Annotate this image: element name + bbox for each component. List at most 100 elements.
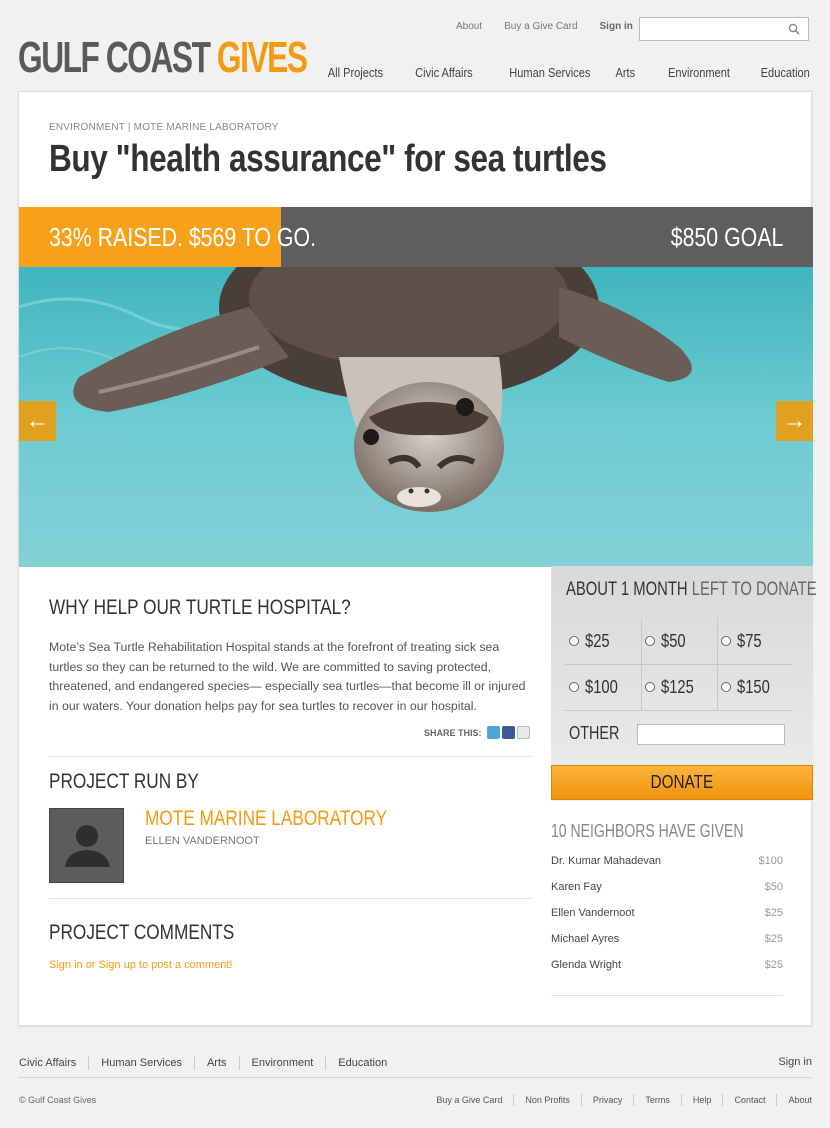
facebook-icon[interactable]: [501, 726, 515, 739]
search-box: [639, 17, 809, 41]
grid-line: [565, 710, 793, 711]
progress-bar: 33% RAISED. $569 TO GO. $850 GOAL: [19, 207, 813, 267]
donor-name: Michael Ayres: [551, 933, 620, 945]
list-item: Glenda Wright $25: [551, 959, 783, 971]
footer-link-buy-give-card[interactable]: Buy a Give Card: [425, 1094, 513, 1106]
footer-links: Buy a Give Card Non Profits Privacy Term…: [425, 1094, 812, 1106]
donor-amount: $50: [764, 881, 783, 893]
share-label: SHARE THIS:: [424, 727, 482, 738]
footer-nav-civic-affairs[interactable]: Civic Affairs: [19, 1056, 88, 1070]
other-amount-input[interactable]: [637, 724, 785, 745]
progress-raised-text: 33% RAISED. $569 TO GO.: [49, 222, 317, 252]
nav-environment[interactable]: Environment: [668, 65, 730, 80]
footer-nav-environment[interactable]: Environment: [238, 1056, 326, 1070]
footer-link-non-profits[interactable]: Non Profits: [513, 1094, 581, 1106]
footer-nav-education[interactable]: Education: [325, 1056, 399, 1070]
radio-button[interactable]: [645, 636, 655, 646]
footer-link-privacy[interactable]: Privacy: [580, 1094, 634, 1106]
list-item: Ellen Vandernoot $25: [551, 907, 783, 919]
project-run-by-heading: PROJECT RUN BY: [49, 770, 199, 793]
footer-nav-arts[interactable]: Arts: [193, 1056, 239, 1070]
breadcrumb[interactable]: ENVIRONMENT | MOTE MARINE LABORATORY: [49, 122, 279, 133]
donor-name: Glenda Wright: [551, 959, 622, 971]
project-card: ENVIRONMENT | MOTE MARINE LABORATORY Buy…: [18, 91, 817, 1026]
nav-all-projects[interactable]: All Projects: [328, 65, 383, 80]
progress-goal-text: $850 GOAL: [670, 222, 783, 252]
hero-image-sea-turtle: ← →: [19, 267, 813, 567]
search-input[interactable]: [640, 18, 780, 40]
amount-option-50[interactable]: $50: [627, 618, 703, 664]
twitter-icon[interactable]: [486, 726, 500, 739]
amount-label: $150: [737, 676, 770, 697]
main-nav: All Projects Civic Affairs Human Service…: [296, 65, 810, 80]
email-icon[interactable]: [516, 726, 530, 739]
donor-amount: $25: [764, 907, 783, 919]
search-icon[interactable]: [788, 23, 800, 35]
divider: [49, 898, 531, 899]
util-link-about[interactable]: About: [456, 21, 482, 32]
donor-amount: $25: [764, 959, 783, 971]
logo-text-gives: GIVES: [216, 33, 308, 82]
org-name-link[interactable]: MOTE MARINE LABORATORY: [145, 807, 387, 831]
time-left-light: LEFT TO DONATE: [691, 579, 817, 600]
list-item: Michael Ayres $25: [551, 933, 783, 945]
slider-next-arrow-icon[interactable]: →: [776, 401, 813, 441]
radio-button[interactable]: [721, 682, 731, 692]
copyright-text: © Gulf Coast Gives: [19, 1095, 97, 1105]
donor-amount: $100: [758, 855, 783, 867]
divider: [551, 995, 783, 996]
radio-button[interactable]: [569, 636, 579, 646]
amount-label: $75: [737, 630, 762, 651]
donate-button[interactable]: DONATE: [551, 765, 813, 800]
project-comments-heading: PROJECT COMMENTS: [49, 921, 235, 944]
divider: [18, 1077, 812, 1078]
user-silhouette-icon: [65, 825, 110, 867]
amount-label: $125: [661, 676, 694, 697]
divider: [49, 756, 531, 757]
util-link-buy-give-card[interactable]: Buy a Give Card: [504, 21, 577, 32]
nav-civic-affairs[interactable]: Civic Affairs: [415, 65, 473, 80]
share-bar: SHARE THIS:: [424, 726, 530, 739]
footer-link-about[interactable]: About: [776, 1094, 812, 1106]
why-help-body: Mote’s Sea Turtle Rehabilitation Hospita…: [49, 640, 526, 713]
amount-option-25[interactable]: $25: [551, 618, 627, 664]
time-left-label: ABOUT 1 MONTH LEFT TO DONATE: [566, 579, 817, 601]
footer-link-help[interactable]: Help: [680, 1094, 723, 1106]
util-link-sign-in[interactable]: Sign in: [600, 21, 633, 32]
logo-text-gulf-coast: GULF COAST: [18, 33, 211, 82]
radio-button[interactable]: [645, 682, 655, 692]
site-logo[interactable]: GULF COAST GIVES: [18, 33, 308, 82]
nav-education[interactable]: Education: [761, 65, 810, 80]
list-item: Karen Fay $50: [551, 881, 783, 893]
footer-sign-in-link[interactable]: Sign in: [778, 1056, 812, 1068]
nav-human-services[interactable]: Human Services: [509, 65, 590, 80]
amount-label: $25: [585, 630, 610, 651]
amount-option-100[interactable]: $100: [551, 664, 627, 710]
other-amount-label: OTHER: [569, 723, 620, 743]
footer-link-terms[interactable]: Terms: [633, 1094, 681, 1106]
radio-button[interactable]: [721, 636, 731, 646]
radio-button[interactable]: [569, 682, 579, 692]
amount-label: $100: [585, 676, 618, 697]
sign-in-to-comment-link[interactable]: Sign in or Sign up to post a comment!: [49, 959, 232, 971]
neighbors-heading: 10 NEIGHBORS HAVE GIVEN: [551, 821, 744, 841]
amount-option-125[interactable]: $125: [627, 664, 703, 710]
sea-turtle-photo: [19, 267, 813, 567]
footer-link-contact[interactable]: Contact: [722, 1094, 776, 1106]
nav-arts[interactable]: Arts: [616, 65, 636, 80]
list-item: Dr. Kumar Mahadevan $100: [551, 855, 783, 867]
amount-option-75[interactable]: $75: [703, 618, 779, 664]
utility-nav: About Buy a Give Card Sign in: [456, 21, 655, 32]
org-contact-name: ELLEN VANDERNOOT: [145, 835, 260, 847]
footer-nav-human-services[interactable]: Human Services: [88, 1056, 194, 1070]
amount-label: $50: [661, 630, 686, 651]
donor-amount: $25: [764, 933, 783, 945]
amount-option-150[interactable]: $150: [703, 664, 779, 710]
donor-name: Ellen Vandernoot: [551, 907, 635, 919]
donor-name: Dr. Kumar Mahadevan: [551, 855, 662, 867]
why-help-heading: WHY HELP OUR TURTLE HOSPITAL?: [49, 596, 351, 619]
slider-prev-arrow-icon[interactable]: ←: [19, 401, 56, 441]
avatar[interactable]: [49, 808, 124, 883]
page-title: Buy "health assurance" for sea turtles: [49, 138, 607, 180]
footer-nav: Civic Affairs Human Services Arts Enviro…: [19, 1056, 399, 1070]
